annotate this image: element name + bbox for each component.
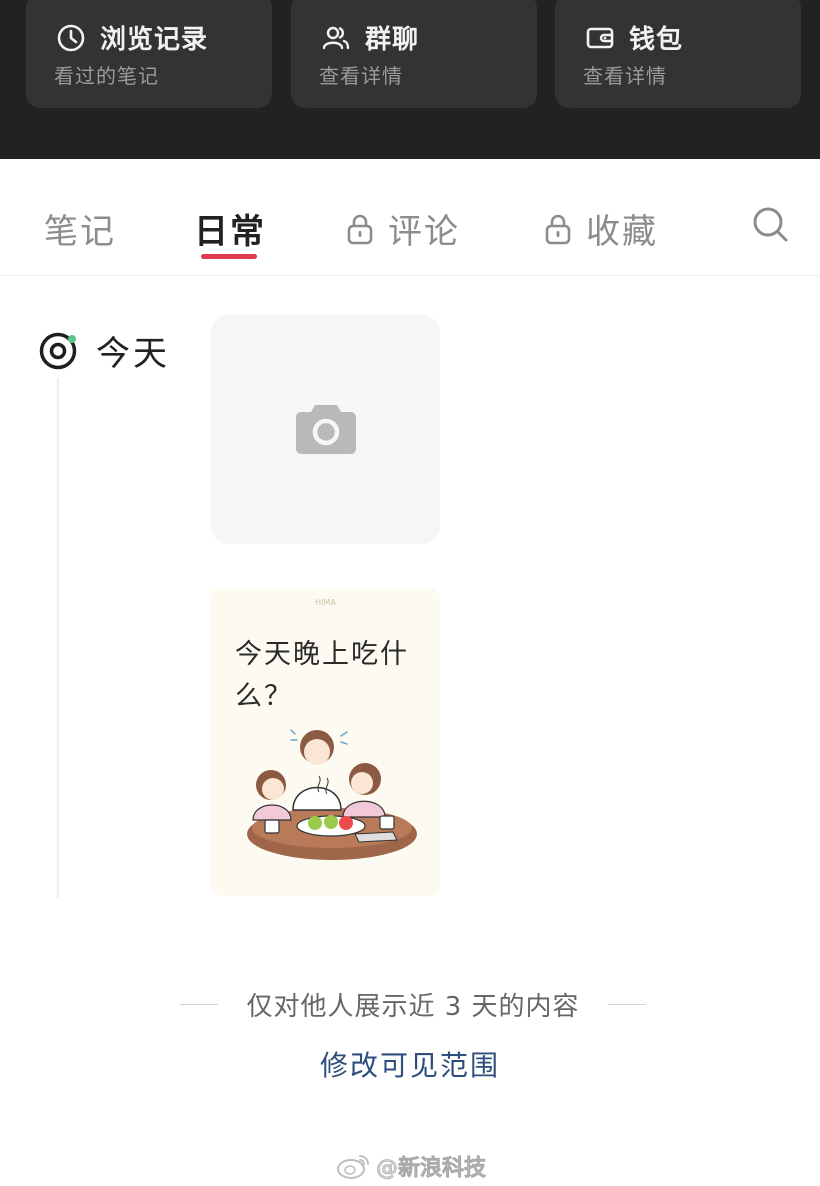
card-subtitle: 查看详情: [583, 64, 667, 88]
tab-comments[interactable]: 评论: [344, 204, 460, 253]
divider: [607, 1004, 646, 1005]
header-panel: 浏览记录 看过的笔记 群聊 查看详情 钱包 查看详情: [0, 0, 820, 159]
camera-icon: [296, 405, 356, 454]
add-photo-button[interactable]: [211, 315, 440, 544]
visibility-note: 仅对他人展示近 3 天的内容: [180, 986, 646, 1023]
card-title: 群聊: [365, 25, 420, 55]
timeline-line: [57, 378, 59, 898]
tab-label: 收藏: [586, 212, 658, 252]
edit-visibility-link[interactable]: 修改可见范围: [0, 1044, 820, 1084]
daily-post-card[interactable]: HIMA 今天晚上吃什么？: [211, 588, 440, 896]
tab-favorites[interactable]: 收藏: [542, 204, 658, 253]
card-title: 钱包: [629, 25, 684, 55]
visibility-note-text: 仅对他人展示近 3 天的内容: [246, 992, 580, 1022]
profile-tabs: 笔记 日常 评论 收藏: [0, 159, 820, 276]
family-dinner-illustration: [247, 729, 417, 860]
wallet-card[interactable]: 钱包 查看详情: [555, 0, 801, 108]
tab-label: 笔记: [44, 212, 116, 252]
active-tab-indicator: [201, 254, 257, 259]
tab-label: 日常: [194, 212, 266, 252]
weibo-watermark: @新浪科技: [336, 1150, 486, 1182]
post-watermark: HIMA: [315, 598, 336, 607]
lock-icon: [545, 214, 571, 244]
watermark-text: @新浪科技: [376, 1156, 487, 1182]
group-icon: [322, 26, 350, 49]
card-subtitle: 看过的笔记: [54, 64, 159, 88]
tab-label: 评论: [388, 212, 460, 252]
lock-icon: [347, 214, 373, 244]
post-text: 今天晚上吃什么？: [235, 639, 409, 712]
weibo-logo-icon: [337, 1155, 369, 1179]
wallet-icon: [586, 27, 614, 48]
group-chat-card[interactable]: 群聊 查看详情: [291, 0, 537, 108]
card-subtitle: 查看详情: [319, 64, 403, 88]
card-title: 浏览记录: [100, 25, 209, 55]
search-icon[interactable]: [750, 204, 790, 244]
browse-history-card[interactable]: 浏览记录 看过的笔记: [26, 0, 272, 108]
clock-icon: [57, 24, 85, 51]
today-label: 今天: [96, 334, 170, 374]
tab-notes[interactable]: 笔记: [44, 204, 116, 253]
divider: [180, 1004, 218, 1005]
timeline-dot-icon: [39, 332, 77, 369]
tab-daily[interactable]: 日常: [194, 204, 266, 253]
timeline-today-header: 今天: [38, 326, 170, 375]
